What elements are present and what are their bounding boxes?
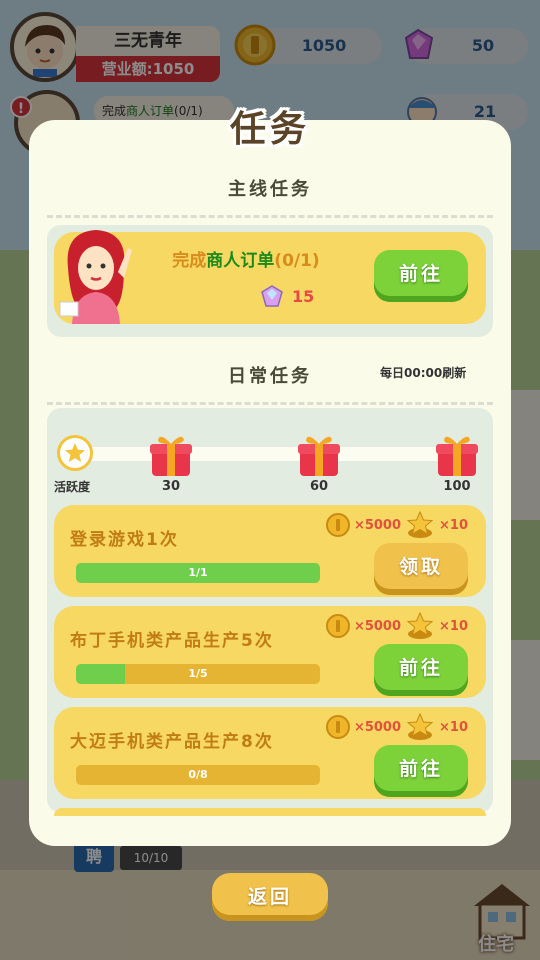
task-title: 大迈手机类产品生产8次 [70, 732, 274, 752]
daily-task-card: 大迈手机类产品生产8次 ×5000 ×10 0/8 前往 [54, 707, 486, 799]
divider [47, 402, 493, 405]
main-section-title: 主线任务 [228, 179, 312, 200]
main-task-card: 完成商人订单(0/1) 15 前往 [54, 230, 486, 324]
gem-icon [261, 285, 283, 307]
gift-box-100[interactable] [434, 432, 480, 482]
go-button[interactable]: 前往 [374, 644, 468, 696]
main-task-reward: 15 [258, 284, 314, 308]
activity-star [57, 435, 93, 471]
task-rewards: ×5000 ×10 [325, 511, 468, 539]
task-title: 布丁手机类产品生产5次 [70, 631, 274, 651]
coin-reward: ×5000 [353, 719, 402, 735]
task-progress-bar: 1/5 [76, 664, 320, 684]
star-medal-icon [406, 511, 434, 538]
coin-icon [325, 614, 350, 638]
activity-label: 活跃度 [54, 480, 91, 494]
task-progress-bar: 1/1 [76, 563, 320, 583]
star-reward: ×10 [439, 618, 468, 634]
task-progress-bar: 0/8 [76, 765, 320, 785]
main-task-prefix: 完成 [172, 251, 207, 271]
coin-icon [325, 715, 350, 739]
back-button[interactable]: 返回 [212, 873, 328, 921]
activity-progress-bar [78, 447, 472, 461]
main-task-go-button[interactable]: 前往 [374, 250, 468, 302]
coin-reward: ×5000 [353, 618, 402, 634]
daily-task-card: 登录游戏1次 ×5000 ×10 1/1 领取 [54, 505, 486, 597]
coin-icon [325, 513, 350, 537]
star-icon [65, 443, 85, 462]
task-progress-text: 0/8 [188, 768, 208, 781]
star-medal-icon [406, 612, 434, 639]
daily-task-card: 布丁手机类产品生产5次 ×5000 ×10 1/5 前往 [54, 606, 486, 698]
star-reward: ×10 [439, 517, 468, 533]
task-progress-text: 1/1 [188, 566, 208, 579]
gift-icon [436, 436, 478, 476]
task-rewards: ×5000 ×10 [325, 612, 468, 640]
star-reward: ×10 [439, 719, 468, 735]
gift-icon [298, 436, 340, 476]
daily-refresh-note: 每日00:00刷新 [380, 366, 467, 380]
merchant-woman-icon [59, 230, 132, 324]
daily-task-card-partial [54, 808, 486, 816]
go-button[interactable]: 前往 [374, 745, 468, 797]
task-title: 登录游戏1次 [70, 530, 179, 550]
modal-title: 任务 [229, 109, 310, 150]
main-task-text: 完成商人订单(0/1) [154, 246, 338, 271]
claim-button[interactable]: 领取 [374, 543, 468, 595]
main-task-highlight: 商人订单 [206, 251, 275, 271]
gift-box-30[interactable] [148, 432, 194, 482]
coin-reward: ×5000 [353, 517, 402, 533]
star-medal-icon [406, 713, 434, 740]
milestone-value: 100 [443, 479, 471, 494]
gift-box-60[interactable] [296, 432, 342, 482]
milestone-value: 30 [161, 479, 181, 494]
divider [47, 215, 493, 218]
task-progress-text: 1/5 [188, 667, 208, 680]
gift-icon [150, 436, 192, 476]
milestone-value: 60 [309, 479, 329, 494]
main-task-gem-reward: 15 [292, 286, 315, 306]
task-rewards: ×5000 ×10 [325, 713, 468, 741]
main-task-suffix: (0/1) [274, 251, 320, 271]
